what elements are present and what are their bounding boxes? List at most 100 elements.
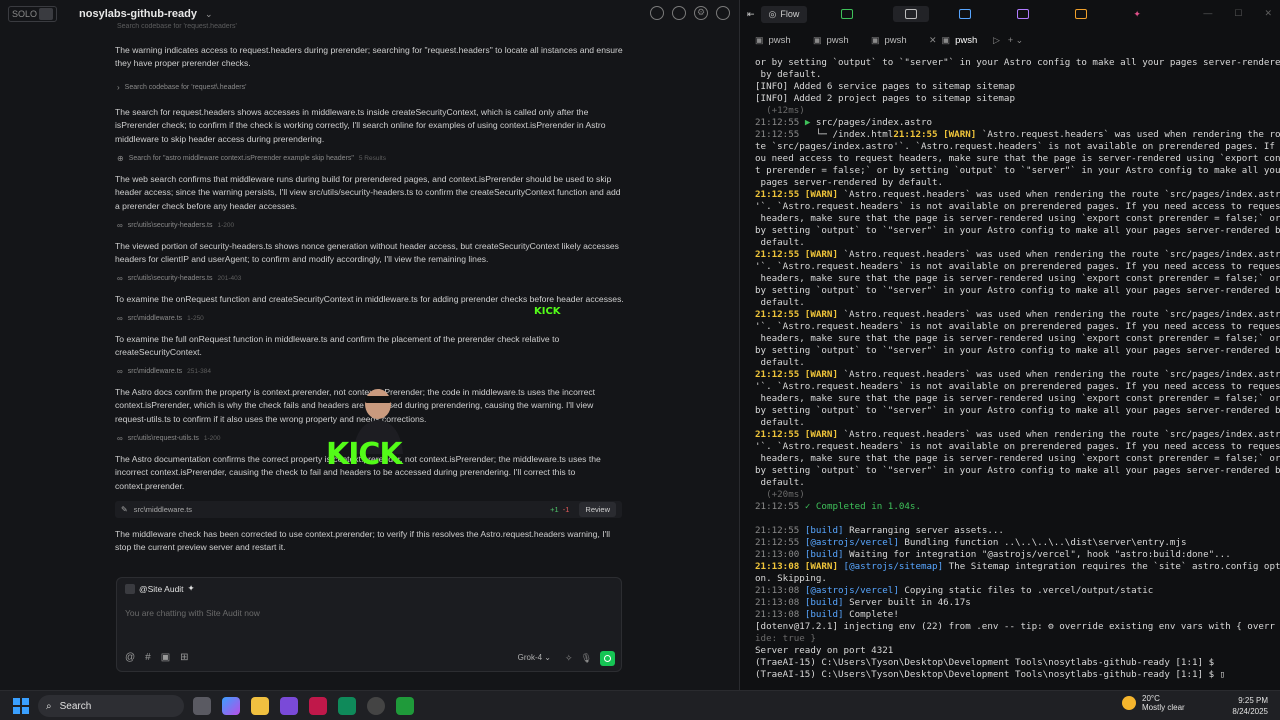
link-icon: ∞ [117, 274, 123, 283]
browser-icon[interactable] [959, 9, 972, 19]
terminal-line: ide: true } [755, 633, 816, 644]
mention-icon[interactable]: @ [125, 652, 135, 663]
file-diff-row[interactable]: ✎ src\middleware.ts +1 -1 Review [115, 501, 622, 518]
sparkle-icon[interactable]: ✧ [565, 653, 573, 664]
terminal-line: by setting `output` to `"server"` in you… [755, 405, 1280, 416]
terminal-line: [INFO] Added 6 service pages to sitemap … [755, 81, 1015, 92]
terminal-line: [dotenv@17.2.1] injecting env (22) from … [755, 621, 1275, 632]
terminal-line: headers, make sure that the page is serv… [755, 453, 1280, 464]
terminal-line: (+12ms) [755, 105, 805, 116]
trae-icon[interactable] [338, 697, 356, 715]
system-clock[interactable]: 9:25 PM 8/24/2025 [1232, 695, 1268, 717]
terminal-line: '`. `Astro.request.headers` is not avail… [755, 201, 1280, 212]
agent-tag[interactable]: @Site Audit ✦ [125, 583, 195, 594]
tool-call-view-file[interactable]: ∞ src\middleware.ts 251-384 [117, 365, 211, 378]
terminal-line: by default. [755, 69, 822, 80]
terminal-line: pages server-rendered by default. [755, 177, 944, 188]
terminal-line: default. [755, 357, 805, 368]
chat-input[interactable]: You are chatting with Site Audit now [125, 608, 260, 618]
store-icon[interactable] [280, 697, 298, 715]
chat-composer[interactable]: @Site Audit ✦ You are chatting with Site… [116, 577, 622, 672]
account-icon[interactable] [716, 6, 730, 20]
message-paragraph: The middleware check has been corrected … [115, 529, 611, 553]
chat-pane: SOLO nosylabs-github-ready ⌄ ⚙ Search co… [0, 0, 740, 690]
close-icon[interactable]: ✕ [1264, 8, 1272, 19]
terminal-line: Server ready on port 4321 [755, 645, 894, 656]
weather-widget[interactable]: 20°C Mostly clear [1122, 694, 1185, 712]
globe-icon: ⊕ [117, 154, 124, 163]
chevron-down-icon[interactable]: ⌄ [205, 9, 213, 20]
attach-icon[interactable]: ⊞ [180, 652, 188, 663]
image-icon[interactable]: ▣ [161, 652, 170, 663]
terminal-view-icon[interactable] [893, 6, 930, 22]
file-explorer-icon[interactable] [251, 697, 269, 715]
link-icon: ∞ [117, 434, 123, 443]
model-selector[interactable]: Grok-4 ⌄ [518, 653, 551, 662]
tool-call-web-search[interactable]: ⊕ Search for "astro middleware context.i… [117, 152, 386, 165]
terminal-line: (TraeAI-15) C:\Users\Tyson\Desktop\Devel… [755, 657, 1215, 668]
docs-icon[interactable] [1017, 9, 1030, 19]
figma-icon[interactable]: ✦ [1133, 9, 1141, 20]
close-icon[interactable]: ✕ [929, 35, 937, 46]
flow-button[interactable]: ◎ Flow [760, 5, 808, 23]
project-name[interactable]: nosylabs-github-ready [79, 8, 197, 20]
chat-header: SOLO nosylabs-github-ready ⌄ ⚙ [0, 0, 740, 28]
terminal-output[interactable]: or by setting `output` to `"server"` in … [755, 57, 1280, 681]
solo-toggle[interactable]: SOLO [8, 6, 58, 22]
history-icon[interactable] [672, 6, 686, 20]
message-paragraph: The web search confirms that middleware … [115, 174, 621, 211]
tab-pwsh-active[interactable]: ✕ ▣ pwsh [929, 35, 985, 46]
message-paragraph: The search for request.headers shows acc… [115, 107, 606, 144]
link-icon: ∞ [117, 221, 123, 230]
search-icon: ⌕ [46, 700, 52, 712]
hash-icon[interactable]: # [145, 652, 151, 663]
tool-call-view-file[interactable]: ∞ src\utils\security-headers.ts 201-403 [117, 272, 241, 285]
mail-icon[interactable] [1075, 9, 1088, 19]
add-icon[interactable]: + ⌄ [1008, 35, 1023, 46]
microphone-icon[interactable]: 🎙 [581, 653, 592, 664]
maximize-icon[interactable]: ☐ [1234, 8, 1242, 19]
link-icon: ∞ [117, 314, 123, 323]
review-button[interactable]: Review [579, 501, 616, 518]
tab-pwsh[interactable]: ▣ pwsh [813, 35, 869, 46]
tool-call-view-file[interactable]: ∞ src\utils\request-utils.ts 1-200 [117, 432, 221, 445]
github-icon[interactable] [367, 697, 385, 715]
terminal-line: default. [755, 477, 805, 488]
tab-pwsh[interactable]: ▣ pwsh [871, 35, 927, 46]
run-icon[interactable]: ▷ [993, 35, 1000, 46]
tool-call-view-file[interactable]: ∞ src\utils\security-headers.ts 1-200 [117, 219, 234, 232]
copilot-icon[interactable] [222, 697, 240, 715]
diff-file-name: src\middleware.ts [133, 504, 193, 514]
terminal-line: 21:12:55 [build] Rearranging server asse… [755, 525, 1004, 536]
terminal-line: headers, make sure that the page is serv… [755, 213, 1280, 224]
tool-call-view-file[interactable]: ∞ src\middleware.ts 1-250 [117, 312, 204, 325]
editor-icon[interactable] [841, 9, 854, 19]
kick-watermark: KICK [534, 306, 561, 317]
terminal-line: 21:12:55 ✓ Completed in 1.04s. [755, 501, 921, 512]
tab-pwsh[interactable]: ▣ pwsh [755, 35, 811, 46]
terminal-line: headers, make sure that the page is serv… [755, 333, 1280, 344]
back-icon[interactable]: ⇤ [747, 9, 755, 20]
terminal-line: 21:13:08 [WARN] [@astrojs/sitemap] The S… [755, 561, 1280, 572]
terminal-line: 21:13:00 [build] Waiting for integration… [755, 549, 1231, 560]
terminal-icon: ▣ [941, 34, 951, 45]
opera-icon[interactable] [309, 697, 327, 715]
terminal-line: t prerender = false;` or by setting `out… [755, 165, 1280, 176]
settings-icon[interactable]: ⚙ [694, 6, 708, 20]
panel-icon [39, 8, 54, 20]
minimize-icon[interactable]: — [1203, 8, 1212, 19]
terminal-line: 21:12:55 └─ /index.html21:12:55 [WARN] `… [755, 129, 1280, 140]
terminal-line: (+20ms) [755, 489, 805, 500]
terminal-line: by setting `output` to `"server"` in you… [755, 345, 1280, 356]
terminal-line: 21:13:08 [@astrojs/vercel] Copying stati… [755, 585, 1154, 596]
agent-icon [125, 583, 135, 594]
tool-call-search[interactable]: › Search codebase for 'request\.headers' [117, 81, 246, 94]
terminal-line: on. Skipping. [755, 573, 827, 584]
windows-start-icon[interactable] [13, 698, 29, 714]
terminal-app-icon[interactable] [396, 697, 414, 715]
send-button[interactable] [600, 651, 615, 666]
task-view-icon[interactable] [193, 697, 211, 715]
chat-icon[interactable] [650, 6, 664, 20]
taskbar-search[interactable]: ⌕ Search [38, 695, 184, 717]
chevron-right-icon: › [117, 83, 120, 92]
